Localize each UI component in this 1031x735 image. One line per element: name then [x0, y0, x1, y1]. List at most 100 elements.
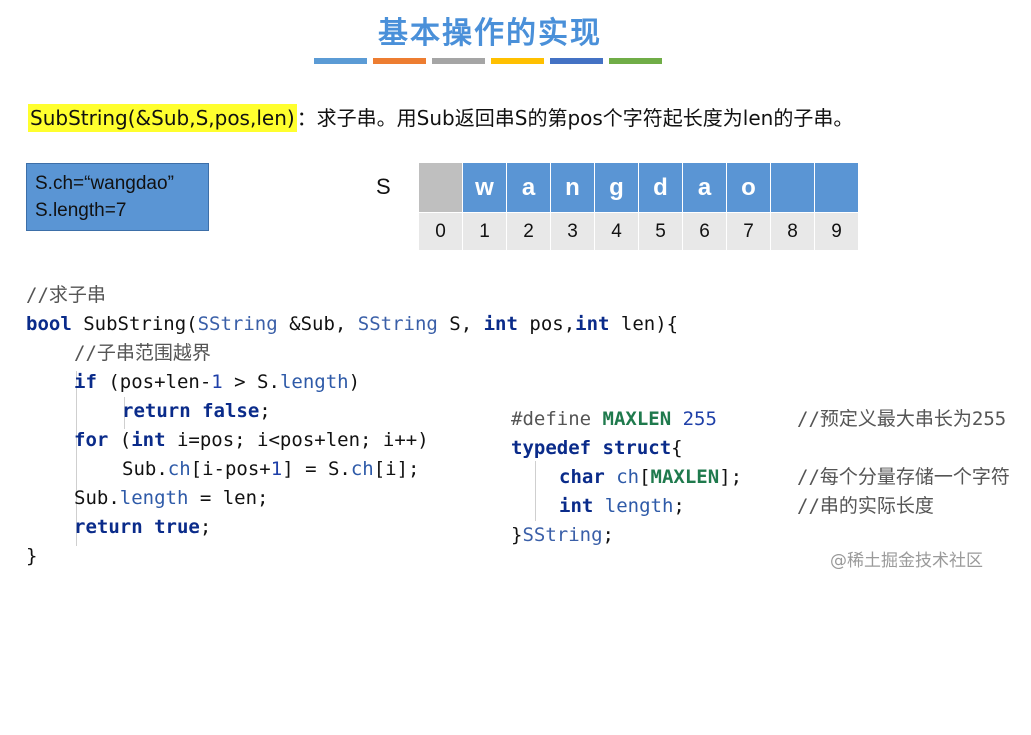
code-line: } [26, 542, 37, 571]
code-field: ch [167, 458, 191, 480]
char-cell [419, 163, 463, 212]
string-info-box: S.ch=“wangdao” S.length=7 [26, 163, 209, 231]
index-cell: 5 [639, 213, 683, 250]
index-cell: 7 [727, 213, 771, 250]
sstring-definition-code-block: #define MAXLEN 255 //预定义最大串长为255 typedef… [511, 405, 1026, 555]
code-keyword: char [559, 466, 605, 488]
code-number: 255 [671, 408, 717, 430]
code-keyword: true [142, 516, 200, 538]
code-text: pos, [517, 313, 576, 335]
color-bar [609, 58, 662, 64]
code-line: char ch[MAXLEN]; [559, 463, 742, 492]
code-text: SubString( [71, 313, 198, 335]
code-keyword: false [190, 400, 260, 422]
code-text: { [671, 437, 683, 459]
code-text: ; [673, 495, 685, 517]
char-cell: w [463, 163, 507, 212]
code-text: &Sub, [277, 313, 358, 335]
index-cell: 1 [463, 213, 507, 250]
code-macro: MAXLEN [591, 408, 672, 430]
code-keyword: #define [511, 408, 592, 430]
index-cell: 2 [507, 213, 551, 250]
code-line: //子串范围越界 [74, 339, 211, 368]
code-text: ( [108, 429, 132, 451]
char-cell: a [683, 163, 727, 212]
code-keyword: return [122, 400, 191, 422]
code-keyword: int [559, 495, 594, 517]
substring-code-block: //求子串 bool SubString(SString &Sub, SStri… [26, 281, 678, 571]
index-cell: 6 [683, 213, 727, 250]
code-line: Sub.ch[i-pos+1] = S.ch[i]; [122, 455, 419, 484]
code-comment: //预定义最大串长为255 [797, 408, 1007, 430]
char-cell: o [727, 163, 771, 212]
code-macro: MAXLEN [650, 466, 720, 488]
code-line: }SString; [511, 521, 614, 550]
code-keyword: bool [26, 313, 72, 335]
code-text: ]; [719, 466, 743, 488]
code-keyword: return [74, 516, 143, 538]
code-field: ch [604, 466, 640, 488]
code-line: bool SubString(SString &Sub, SString S, … [26, 310, 678, 339]
index-cell: 8 [771, 213, 815, 250]
code-line-comment: //每个分量存储一个字符 [797, 463, 1010, 492]
color-bar [432, 58, 485, 64]
code-text: i=pos; i<pos+len; i++) [165, 429, 429, 451]
char-cell: d [639, 163, 683, 212]
code-keyword: int [575, 313, 610, 335]
code-type: SString [522, 524, 603, 546]
char-cell [815, 163, 859, 212]
code-comment: //每个分量存储一个字符 [797, 466, 1010, 488]
code-text: [i]; [373, 458, 420, 480]
code-field: ch [350, 458, 374, 480]
code-keyword: int [483, 313, 518, 335]
info-length-line: S.length=7 [35, 200, 127, 221]
code-text: [i-pos+ [190, 458, 271, 480]
char-cell: n [551, 163, 595, 212]
code-text: len){ [609, 313, 679, 335]
char-cell: g [595, 163, 639, 212]
code-text: } [26, 545, 38, 567]
color-bar [314, 58, 367, 64]
code-keyword: for [74, 429, 109, 451]
color-bar [491, 58, 544, 64]
function-description: SubString(&Sub,S,pos,len) ：求子串。用Sub返回串S的第… [28, 102, 854, 132]
code-line: //求子串 [26, 281, 106, 310]
code-field: length [593, 495, 674, 517]
code-line: return true; [74, 513, 211, 542]
code-number: 1 [270, 458, 283, 480]
code-text: (pos+len- [96, 371, 212, 393]
code-line-comment: //预定义最大串长为255 [797, 405, 1006, 434]
code-type: SString [197, 313, 278, 335]
slide-title: 基本操作的实现 [378, 16, 602, 51]
info-ch-line: S.ch=“wangdao” [35, 173, 174, 194]
code-field: length [119, 487, 189, 509]
code-number: 1 [211, 371, 223, 393]
function-signature-highlight: SubString(&Sub,S,pos,len) [28, 104, 297, 132]
index-cell: 3 [551, 213, 595, 250]
code-text: S, [437, 313, 484, 335]
color-bar [550, 58, 603, 64]
index-cell: 9 [815, 213, 859, 250]
code-text: ; [199, 516, 212, 538]
code-text: > S. [222, 371, 280, 393]
code-line: typedef struct{ [511, 434, 683, 463]
string-label: S [376, 174, 391, 199]
char-cell [771, 163, 815, 212]
code-text: ; [259, 400, 271, 422]
code-text: } [511, 524, 523, 546]
indent-guide [535, 461, 536, 521]
index-cell: 4 [595, 213, 639, 250]
code-comment: //子串范围越界 [74, 342, 211, 364]
code-line-comment: //串的实际长度 [797, 492, 934, 521]
watermark: @稀土掘金技术社区 [830, 551, 983, 571]
function-description-text: ：求子串。用Sub返回串S的第pos个字符起长度为len的子串。 [296, 106, 854, 130]
code-text: Sub. [74, 487, 120, 509]
code-line: Sub.length = len; [74, 484, 268, 513]
code-text: Sub. [122, 458, 168, 480]
code-text: ) [348, 371, 361, 393]
code-type: SString [357, 313, 438, 335]
index-cell: 0 [419, 213, 463, 250]
code-text: = len; [188, 487, 269, 509]
code-keyword: int [131, 429, 166, 451]
code-text: ; [602, 524, 614, 546]
